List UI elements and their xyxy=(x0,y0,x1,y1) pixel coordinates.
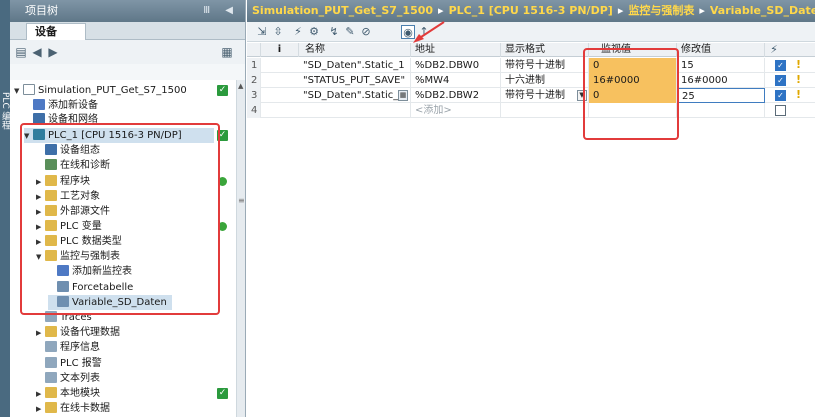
scroll-grip-icon[interactable]: ≡ xyxy=(238,196,245,205)
breadcrumb-project[interactable]: Simulation_PUT_Get_S7_1500 xyxy=(252,4,433,17)
tag-format[interactable]: 带符号十进制 xyxy=(501,88,589,103)
tree-item-project[interactable]: ▼ Simulation_PUT_Get_S7_1500 xyxy=(14,83,187,98)
add-new-row[interactable]: <添加> xyxy=(411,103,501,118)
header-info: i xyxy=(261,43,299,57)
unforce-icon[interactable]: ✎ xyxy=(343,25,357,39)
watch-table-editor: Simulation_PUT_Get_S7_1500 ▸ PLC_1 [CPU 15… xyxy=(247,0,815,417)
tag-name[interactable]: "STATUS_PUT_SAVE" xyxy=(299,73,411,88)
tree-toolbar: ▤ ◀ ▶ ▦ xyxy=(10,40,245,64)
tag-address[interactable]: %DB2.DBW0 xyxy=(411,58,501,73)
detail-view-icon[interactable]: ▦ xyxy=(220,45,234,59)
warning-icon: ! xyxy=(795,73,802,86)
breadcrumb-table[interactable]: Variable_SD_Daten xyxy=(710,4,815,17)
modify-value[interactable]: 15 xyxy=(677,58,765,73)
tree-item-local-modules[interactable]: ▶ 本地模块 xyxy=(36,386,100,401)
warning-icon: ! xyxy=(795,58,802,71)
tag-address[interactable]: %DB2.DBW2 xyxy=(411,88,501,103)
modify-checkbox[interactable]: ✓ xyxy=(775,60,786,71)
tree-item-program-info[interactable]: 程序信息 xyxy=(36,340,100,355)
side-tab-label: PLC 编程 xyxy=(0,92,10,130)
tag-format[interactable] xyxy=(501,103,589,118)
modify-checkbox[interactable]: ✓ xyxy=(775,90,786,101)
breadcrumb: Simulation_PUT_Get_S7_1500 ▸ PLC_1 [CPU 15… xyxy=(247,0,815,22)
row-number: 3 xyxy=(247,88,261,103)
enable-peripheral-icon[interactable]: ⊘ xyxy=(359,25,373,39)
tag-format[interactable]: 带符号十进制 xyxy=(501,58,589,73)
tag-address[interactable]: %MW4 xyxy=(411,73,501,88)
project-tree-panel: 项目树 Ⅲ ◀ 设备 ▤ ◀ ▶ ▦ ▼ Simulation_PUT_Get_S… xyxy=(10,0,246,417)
warning-icon: ! xyxy=(795,88,802,101)
tree-item-plc-alarms[interactable]: PLC 报警 xyxy=(36,356,102,371)
insert-row-icon[interactable]: ⇲ xyxy=(255,25,269,39)
tree-item-add-device[interactable]: 添加新设备 xyxy=(24,98,98,113)
modify-value[interactable] xyxy=(677,103,765,118)
row-number: 4 xyxy=(247,103,261,118)
project-tree-titlebar: 项目树 Ⅲ ◀ xyxy=(10,0,245,22)
tag-browse-icon[interactable]: ▦ xyxy=(398,90,408,101)
table-row[interactable]: 1 "SD_Daten".Static_1 %DB2.DBW0 带符号十进制 0… xyxy=(247,58,815,73)
tree-item-online-card-data[interactable]: ▶ 在线卡数据 xyxy=(36,401,110,416)
tag-format[interactable]: 十六进制 xyxy=(501,73,589,88)
table-row[interactable]: 2 "STATUS_PUT_SAVE" %MW4 十六进制 16#0000 16… xyxy=(247,73,815,88)
annotation-highlight-box xyxy=(20,123,220,315)
modify-checkbox[interactable] xyxy=(775,105,786,116)
new-view-icon[interactable]: ▤ xyxy=(14,45,28,59)
modify-now-icon[interactable]: ⚡ xyxy=(291,25,305,39)
plc-programming-side-tab[interactable]: PLC 编程 xyxy=(0,0,10,417)
forward-icon[interactable]: ▶ xyxy=(46,45,60,59)
modify-value[interactable]: 16#0000 xyxy=(677,73,765,88)
force-icon[interactable]: ↯ xyxy=(327,25,341,39)
tree-item-text-lists[interactable]: 文本列表 xyxy=(36,371,100,386)
add-row-icon[interactable]: ⇳ xyxy=(271,25,285,39)
scroll-up-icon[interactable]: ▲ xyxy=(238,82,243,90)
breadcrumb-watch-tables[interactable]: 监控与强制表 xyxy=(628,4,694,17)
header-address[interactable]: 地址 xyxy=(411,43,501,57)
modify-checkbox[interactable]: ✓ xyxy=(775,75,786,86)
header-display-format[interactable]: 显示格式 xyxy=(501,43,589,57)
breadcrumb-plc[interactable]: PLC_1 [CPU 1516-3 PN/DP] xyxy=(449,4,613,17)
table-header: i 名称 地址 显示格式 监视值 修改值 ⚡ xyxy=(247,43,815,57)
project-tree-title: 项目树 xyxy=(25,4,58,17)
header-corner xyxy=(247,43,261,57)
annotation-monitor-highlight xyxy=(583,48,679,140)
tree-item-device-proxy[interactable]: ▶ 设备代理数据 xyxy=(36,325,120,340)
status-ok-icon: ✓ xyxy=(217,85,228,96)
collapse-panel-buttons[interactable]: Ⅲ ◀ xyxy=(203,0,239,22)
tab-devices[interactable]: 设备 xyxy=(26,23,86,40)
tag-name[interactable] xyxy=(299,103,411,118)
project-tree: ▼ Simulation_PUT_Get_S7_1500 添加新设备 设备和网络 … xyxy=(10,80,236,417)
table-row[interactable]: 3 "SD_Daten".Static_2 ▦ %DB2.DBW2 带符号十进制… xyxy=(247,88,815,103)
modify-value-input[interactable]: 25 xyxy=(677,88,765,103)
tree-tab-row: 设备 xyxy=(10,22,245,40)
row-number: 1 xyxy=(247,58,261,73)
modify-header-icon: ⚡ xyxy=(770,43,778,56)
table-row[interactable]: 4 <添加> xyxy=(247,103,815,118)
header-modify-value[interactable]: 修改值 xyxy=(677,43,765,57)
row-number: 2 xyxy=(247,73,261,88)
editor-toolbar: ⇲ ⇳ ⚡ ⚙ ↯ ✎ ⊘ ◉ ↑ xyxy=(247,22,815,42)
tag-name[interactable]: "SD_Daten".Static_1 xyxy=(299,58,411,73)
header-name[interactable]: 名称 xyxy=(299,43,411,57)
modify-trigger-icon[interactable]: ⚙ xyxy=(307,25,321,39)
back-icon[interactable]: ◀ xyxy=(30,45,44,59)
tree-scrollbar[interactable]: ▲ ≡ xyxy=(236,80,245,417)
status-ok-icon: ✓ xyxy=(217,388,228,399)
tag-name[interactable]: "SD_Daten".Static_2 xyxy=(299,88,411,103)
